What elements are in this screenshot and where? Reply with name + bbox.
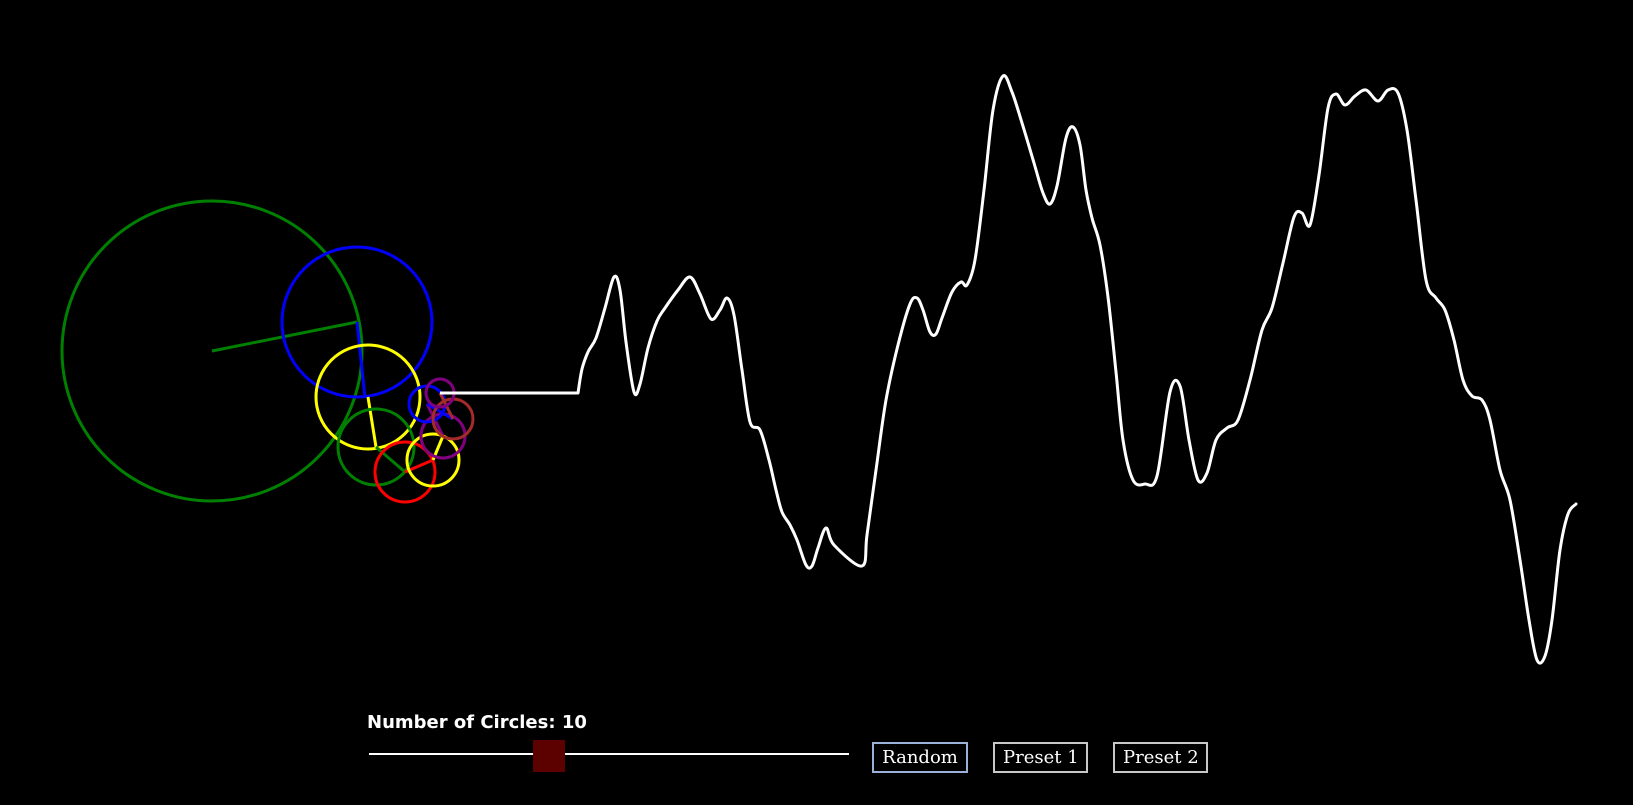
random-button[interactable]: Random (872, 742, 968, 773)
epicycle-radius (375, 445, 406, 474)
circle-count-slider[interactable] (369, 736, 849, 772)
controls-panel: Number of Circles: 10 Random Preset 1 Pr… (367, 712, 1227, 792)
preset-1-button[interactable]: Preset 1 (993, 742, 1088, 773)
slider-track (369, 753, 849, 755)
epicycle-radius (366, 396, 378, 448)
epicycle-circles (60, 199, 475, 504)
waveform-curve (576, 74, 1578, 665)
fourier-visualizer: Number of Circles: 10 Random Preset 1 Pr… (0, 0, 1633, 805)
drawing-canvas (60, 74, 1578, 665)
slider-thumb[interactable] (533, 740, 565, 772)
circle-count-label: Number of Circles: 10 (367, 712, 587, 733)
preset-2-button[interactable]: Preset 2 (1113, 742, 1208, 773)
